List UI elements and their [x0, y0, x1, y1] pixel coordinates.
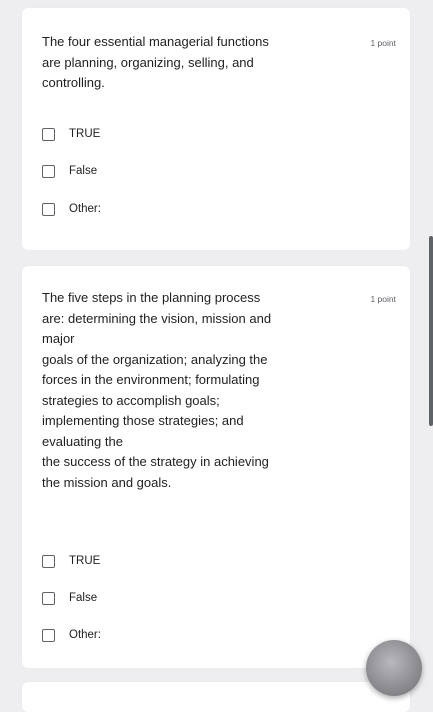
question-text-line: The four essential managerial functions [42, 34, 269, 49]
option-false[interactable]: False [42, 589, 97, 607]
checkbox[interactable] [42, 628, 55, 642]
option-true[interactable]: TRUE [42, 125, 100, 143]
option-label: Other: [69, 203, 101, 215]
checkbox[interactable] [42, 591, 55, 605]
question-text: The five steps in the planning process a… [42, 288, 338, 493]
question-text-line: major [42, 331, 75, 346]
option-label: False [69, 165, 98, 177]
option-label: False [69, 592, 98, 604]
question-card-1: The four essential managerial functions … [22, 8, 410, 250]
next-question-card [22, 682, 410, 712]
option-false[interactable]: False [42, 162, 97, 180]
question-text-line: the mission and goals. [42, 474, 172, 490]
option-true[interactable]: TRUE [42, 552, 100, 570]
question-text-line: strategies to accomplish goals; [42, 392, 220, 408]
question-text-line: forces in the environment; formulating [42, 372, 260, 387]
question-text-line: implementing those strategies; and [42, 413, 244, 428]
points-label: 1 point [370, 38, 396, 48]
question-text: The four essential managerial functions … [42, 32, 338, 94]
option-label: TRUE [69, 128, 101, 140]
question-text-line: are: determining the vision, mission and [42, 310, 272, 326]
points-label: 1 point [370, 294, 396, 304]
checkbox[interactable] [42, 164, 55, 178]
question-text-line: are planning, organizing, selling, and [42, 54, 254, 70]
question-card-2: The five steps in the planning process a… [22, 266, 410, 668]
question-text-line: goals of the organization; analyzing the [42, 351, 268, 367]
checkbox[interactable] [42, 127, 55, 141]
question-text-line: the success of the strategy in achieving [42, 454, 269, 469]
checkbox[interactable] [42, 202, 55, 216]
scrollbar-thumb[interactable] [429, 236, 433, 426]
question-text-line: controlling. [42, 75, 105, 90]
question-text-line: The five steps in the planning process [42, 290, 261, 305]
checkbox[interactable] [42, 554, 55, 568]
question-text-line: evaluating the [42, 433, 123, 449]
floating-action-button[interactable] [366, 640, 422, 696]
option-other[interactable]: Other: [42, 626, 101, 644]
option-label: TRUE [69, 555, 101, 567]
option-other[interactable]: Other: [42, 200, 101, 218]
option-label: Other: [69, 629, 101, 641]
